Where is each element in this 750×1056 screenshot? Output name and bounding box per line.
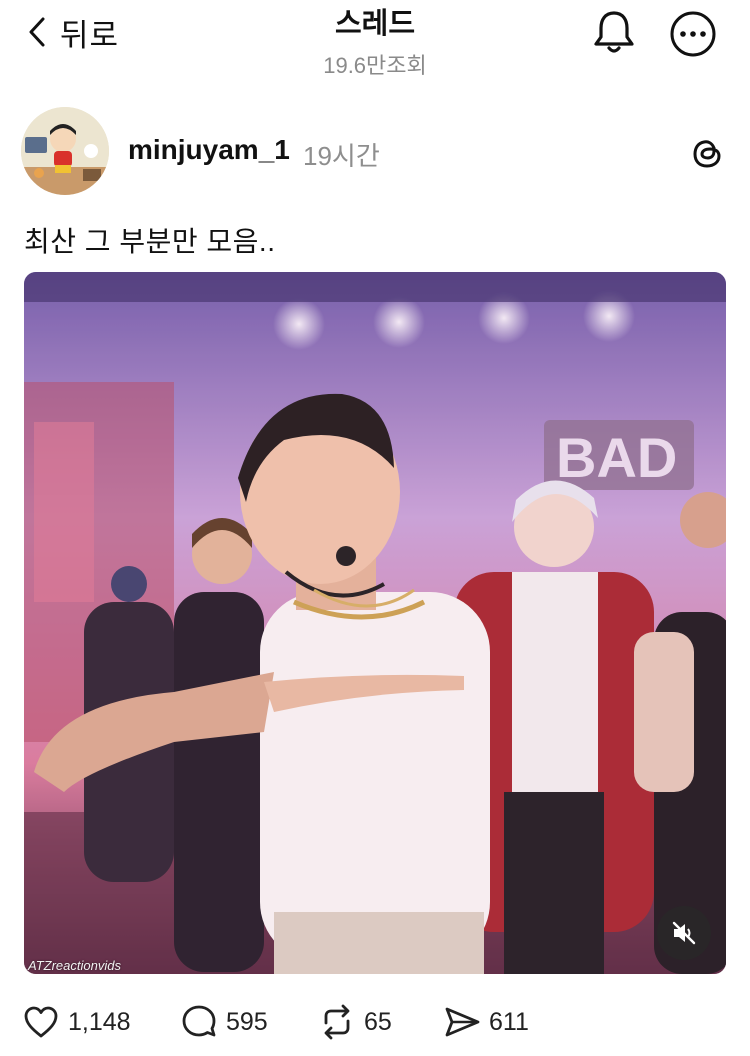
like-button[interactable]: 1,148: [22, 994, 131, 1050]
mute-icon: [672, 921, 696, 945]
repost-count: 65: [364, 1007, 392, 1036]
comment-icon: [182, 1005, 216, 1037]
video-watermark: ATZreactionvids: [28, 958, 121, 973]
post-time: 19시간: [303, 141, 380, 171]
reply-count: 595: [226, 1007, 268, 1036]
threads-logo-button[interactable]: [690, 136, 724, 170]
post-video[interactable]: BAD: [24, 272, 726, 974]
heart-icon: [24, 1006, 58, 1038]
repost-icon: [324, 1004, 350, 1040]
page-title: 스레드: [334, 8, 416, 40]
mute-toggle-button[interactable]: [657, 906, 711, 960]
post-caption: 최산 그 부분만 모음..: [24, 226, 276, 257]
username[interactable]: minjuyam_1: [128, 134, 290, 166]
bell-icon: [594, 11, 634, 53]
threads-logo-icon: [693, 140, 721, 168]
top-bar: 뒤로 스레드 19.6만조회: [0, 0, 750, 78]
send-icon: [445, 1007, 480, 1037]
share-button[interactable]: 611: [443, 994, 529, 1050]
avatar[interactable]: [21, 107, 109, 195]
avatar-image: [21, 107, 109, 195]
title-block: 스레드 19.6만조회: [0, 0, 750, 80]
more-options-button[interactable]: [669, 10, 717, 58]
video-frame: BAD: [24, 272, 726, 974]
share-count: 611: [489, 1007, 529, 1036]
thread-page: 뒤로 스레드 19.6만조회 minjuyam_1 19시간 최산 그 부분만 …: [0, 0, 750, 1056]
like-count: 1,148: [68, 1007, 131, 1036]
post-actions: 1,148 595 65 611: [0, 994, 750, 1050]
view-count: 19.6만조회: [323, 53, 427, 78]
more-icon: [670, 11, 716, 57]
reply-button[interactable]: 595: [180, 994, 268, 1050]
repost-button[interactable]: 65: [318, 994, 392, 1050]
notification-button[interactable]: [592, 8, 636, 56]
